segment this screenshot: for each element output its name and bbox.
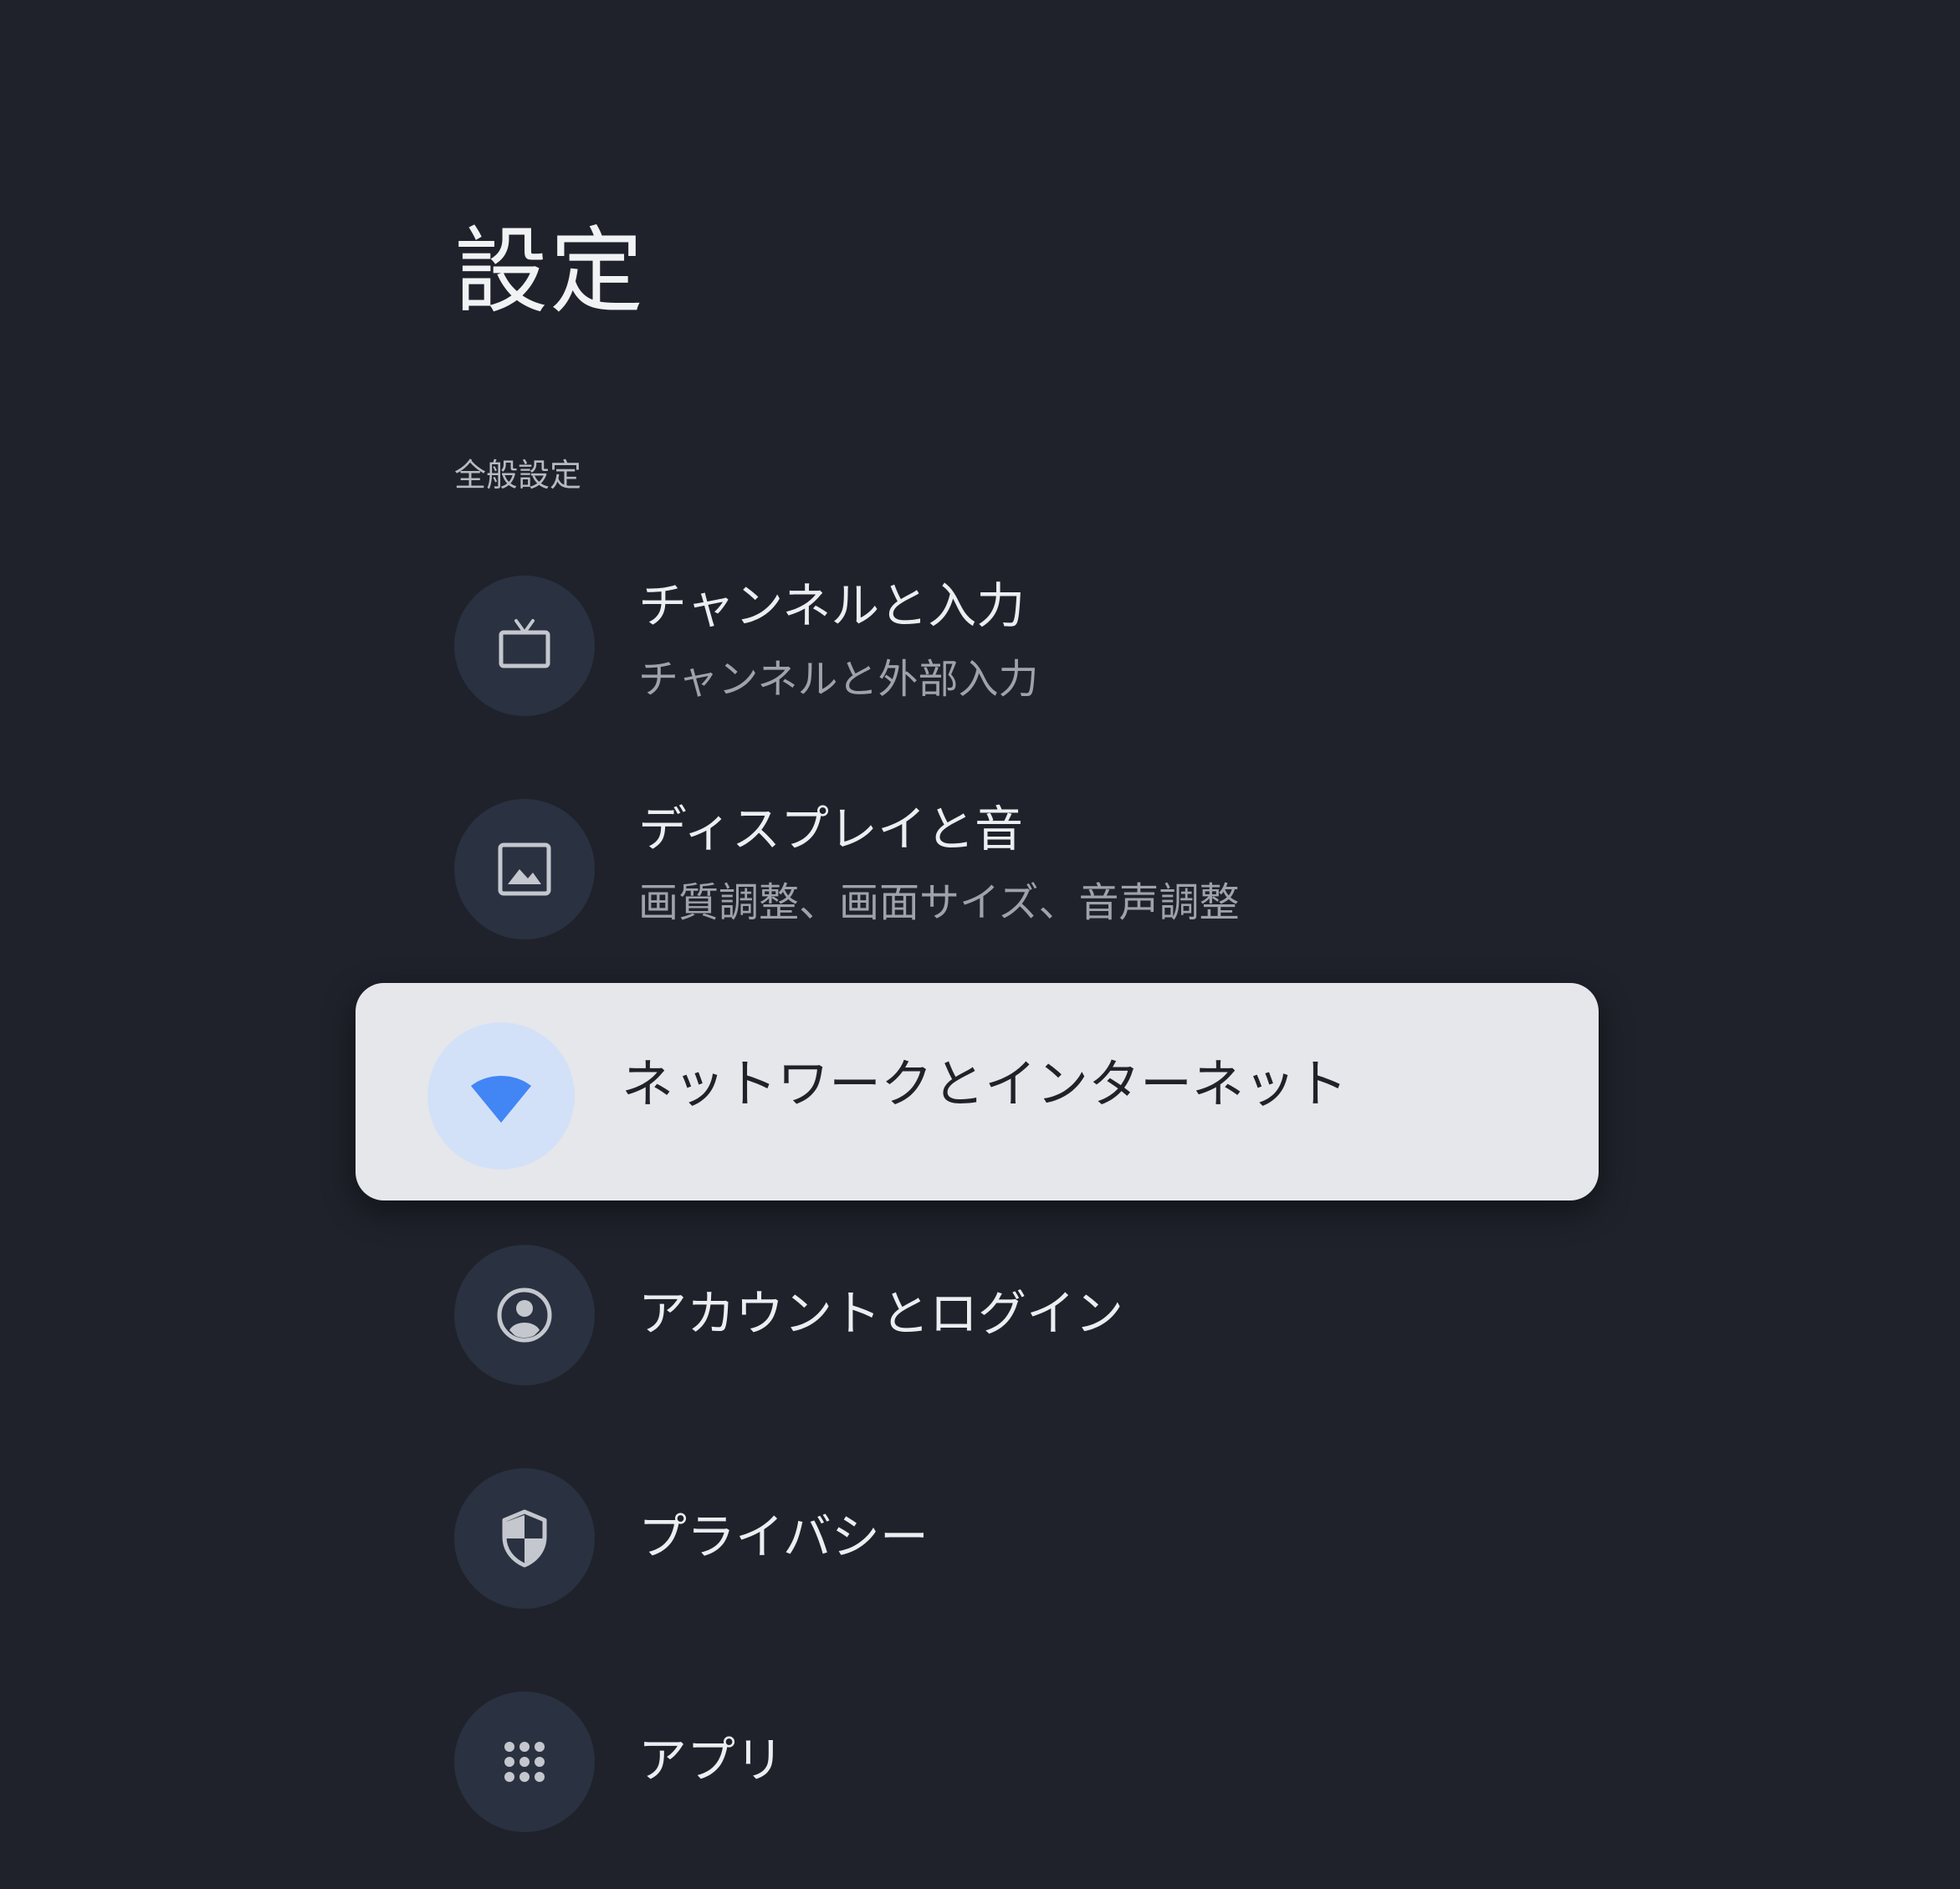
item-title: ディスプレイと音 xyxy=(638,801,1023,857)
item-text: チャンネルと入力 チャンネルと外部入力 xyxy=(638,576,1558,716)
settings-item-privacy[interactable]: プライバシー xyxy=(454,1468,1584,1609)
wifi-icon xyxy=(427,1022,575,1170)
settings-item-accounts-signin[interactable]: アカウントとログイン xyxy=(454,1245,1584,1385)
tv-icon xyxy=(454,576,595,716)
settings-list: チャンネルと入力 チャンネルと外部入力 ディスプレイと音 画質調整、画面サイズ、… xyxy=(0,0,1960,1889)
item-text: ディスプレイと音 画質調整、画面サイズ、音声調整 xyxy=(638,799,1558,939)
settings-item-network-internet[interactable]: ネットワークとインターネット xyxy=(356,983,1599,1200)
account-circle-icon xyxy=(454,1245,595,1385)
settings-item-channels-inputs[interactable]: チャンネルと入力 チャンネルと外部入力 xyxy=(454,576,1584,716)
item-title: ネットワークとインターネット xyxy=(622,1053,1348,1114)
apps-grid-icon xyxy=(454,1692,595,1832)
item-title: アプリ xyxy=(638,1732,785,1789)
item-subtitle: チャンネルと外部入力 xyxy=(638,656,1039,703)
item-title: チャンネルと入力 xyxy=(638,577,1026,634)
item-title: プライバシー xyxy=(638,1508,929,1565)
item-subtitle: 画質調整、画面サイズ、音声調整 xyxy=(638,879,1240,926)
item-text: プライバシー xyxy=(638,1468,1558,1609)
settings-item-display-sound[interactable]: ディスプレイと音 画質調整、画面サイズ、音声調整 xyxy=(454,799,1584,939)
item-text: ネットワークとインターネット xyxy=(622,983,1542,1200)
image-icon xyxy=(454,799,595,939)
item-text: アプリ xyxy=(638,1692,1558,1832)
settings-item-apps[interactable]: アプリ xyxy=(454,1692,1584,1832)
shield-icon xyxy=(454,1468,595,1609)
item-text: アカウントとログイン xyxy=(638,1245,1558,1385)
item-title: アカウントとログイン xyxy=(638,1285,1124,1342)
